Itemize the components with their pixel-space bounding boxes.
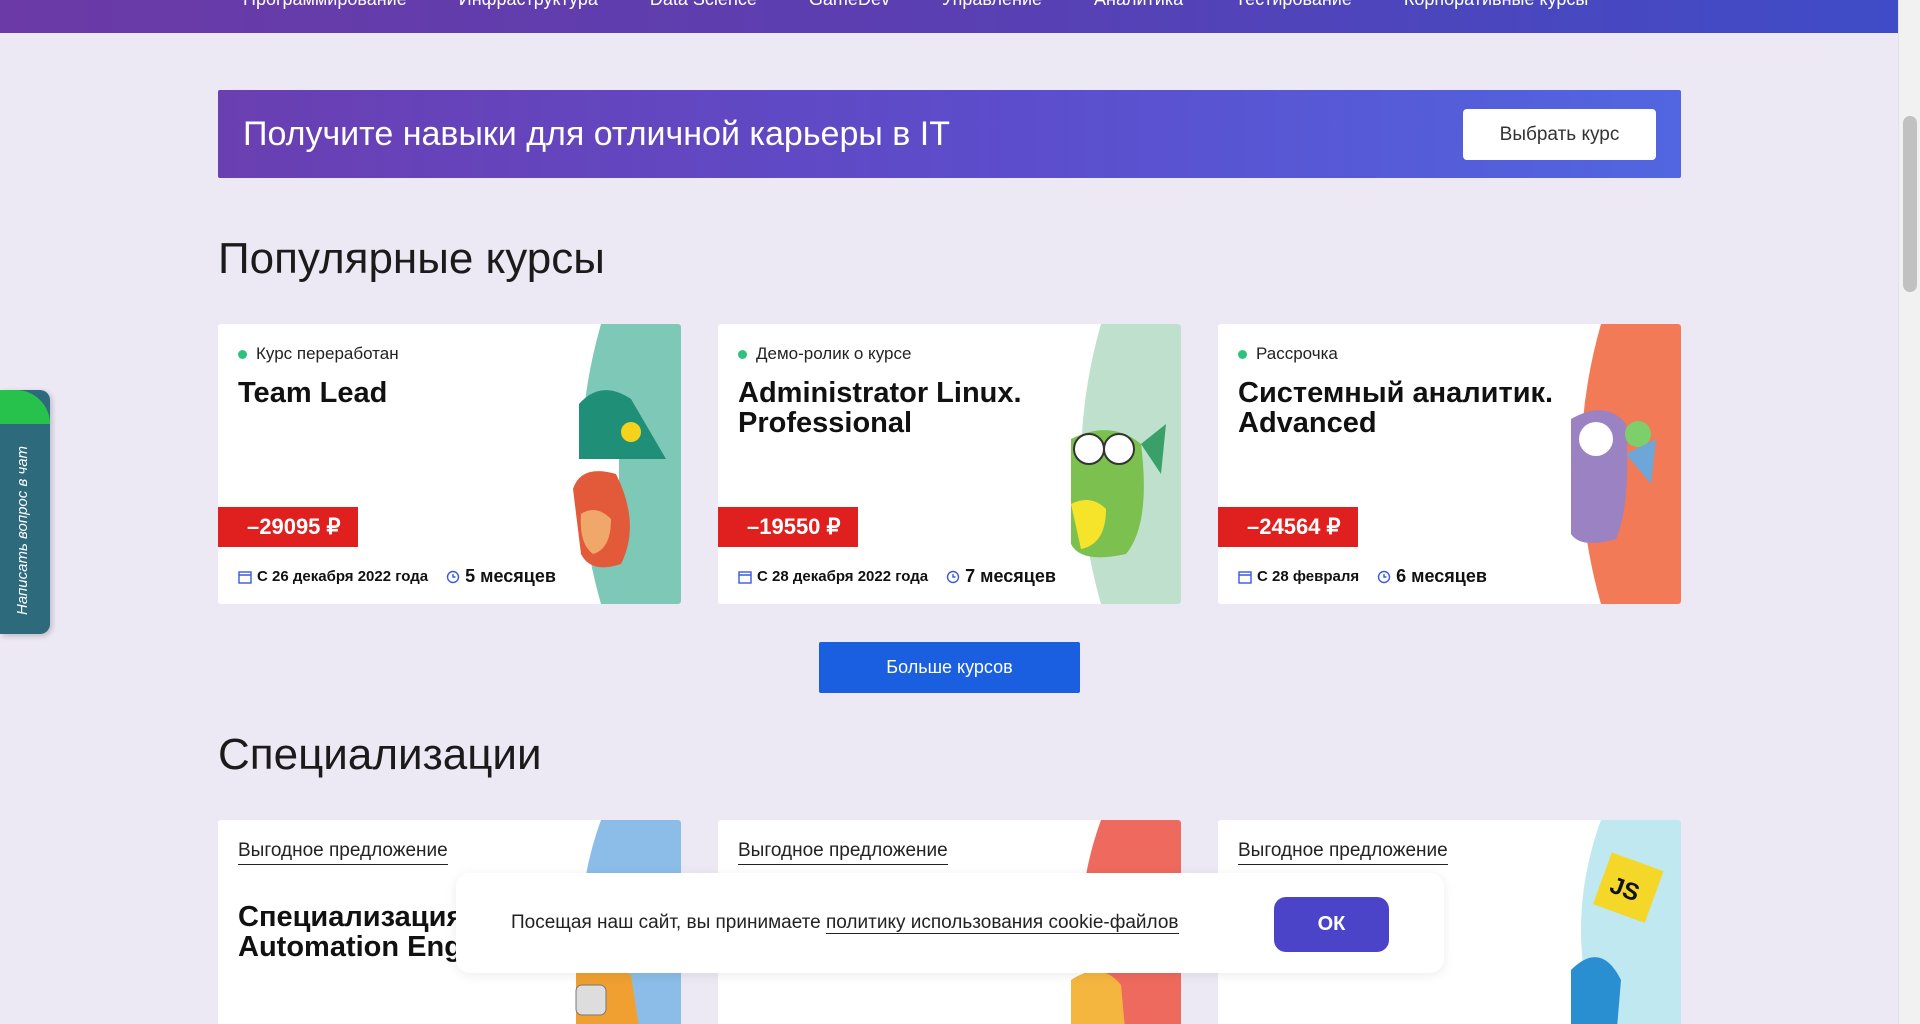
clock-icon <box>446 570 460 583</box>
nav-item-gamedev[interactable]: GameDev <box>809 0 890 10</box>
chat-tab-label: Написать вопрос в чат <box>14 445 31 615</box>
owl-general-illustration <box>573 324 681 604</box>
clock-icon <box>946 570 960 583</box>
nav-item-analytics[interactable]: Аналитика <box>1094 0 1183 10</box>
card-title: Системный аналитик. Advanced <box>1238 377 1554 439</box>
discount-badge: –19550 ₽ <box>718 507 858 547</box>
clock-icon <box>1377 570 1391 583</box>
card-meta: С 28 февраля 6 месяцев <box>1238 566 1487 587</box>
offer-badge: Выгодное предложение <box>1238 840 1448 865</box>
card-badge: Курс переработан <box>238 344 399 364</box>
calendar-icon <box>238 570 252 584</box>
nav-item-corporate[interactable]: Корпоративные курсы <box>1404 0 1588 10</box>
cookie-text: Посещая наш сайт, вы принимаете политику… <box>511 912 1179 934</box>
banner-text: Получите навыки для отличной карьеры в I… <box>243 115 950 153</box>
popular-courses-title: Популярные курсы <box>218 234 605 283</box>
cookie-banner: Посещая наш сайт, вы принимаете политику… <box>456 873 1444 973</box>
nav-item-data-science[interactable]: Data Science <box>650 0 757 10</box>
chat-tab-cap <box>0 390 50 424</box>
offer-badge: Выгодное предложение <box>738 840 948 865</box>
more-courses-button[interactable]: Больше курсов <box>819 642 1080 693</box>
card-title: Team Lead <box>238 377 388 409</box>
cookie-policy-link[interactable]: политику использования cookie-файлов <box>825 912 1179 934</box>
choose-course-button[interactable]: Выбрать курс <box>1463 109 1656 160</box>
calendar-icon <box>738 570 752 584</box>
calendar-icon <box>1238 570 1252 584</box>
discount-badge: –24564 ₽ <box>1218 507 1358 547</box>
course-card-system-analyst[interactable]: Рассрочка Системный аналитик. Advanced –… <box>1218 324 1681 604</box>
card-meta: С 26 декабря 2022 года 5 месяцев <box>238 566 556 587</box>
nav-item-infrastructure[interactable]: Инфраструктура <box>459 0 598 10</box>
nav-item-testing[interactable]: Тестирование <box>1235 0 1352 10</box>
chat-tab[interactable]: Написать вопрос в чат <box>0 390 50 634</box>
top-navigation: Программирование Инфраструктура Data Sci… <box>0 0 1898 33</box>
course-card-linux-admin[interactable]: Демо-ролик о курсе Administrator Linux. … <box>718 324 1181 604</box>
scrollbar-thumb[interactable] <box>1903 116 1917 292</box>
card-title: Administrator Linux. Professional <box>738 377 1022 439</box>
owl-purple-illustration <box>1571 324 1681 604</box>
specializations-title: Специализации <box>218 730 542 779</box>
discount-badge: –29095 ₽ <box>218 507 358 547</box>
card-badge: Рассрочка <box>1238 344 1338 364</box>
career-banner: Получите навыки для отличной карьеры в I… <box>218 90 1681 178</box>
nav-item-management[interactable]: Управление <box>942 0 1042 10</box>
nav-item-programming[interactable]: Программирование <box>243 0 407 10</box>
card-meta: С 28 декабря 2022 года 7 месяцев <box>738 566 1056 587</box>
card-badge: Демо-ролик о курсе <box>738 344 911 364</box>
offer-badge: Выгодное предложение <box>238 840 448 865</box>
cookie-ok-button[interactable]: ОК <box>1274 897 1389 952</box>
owl-green-illustration <box>1071 324 1181 604</box>
course-card-team-lead[interactable]: Курс переработан Team Lead –29095 ₽ С 26… <box>218 324 681 604</box>
page-scrollbar[interactable] <box>1898 0 1920 1024</box>
